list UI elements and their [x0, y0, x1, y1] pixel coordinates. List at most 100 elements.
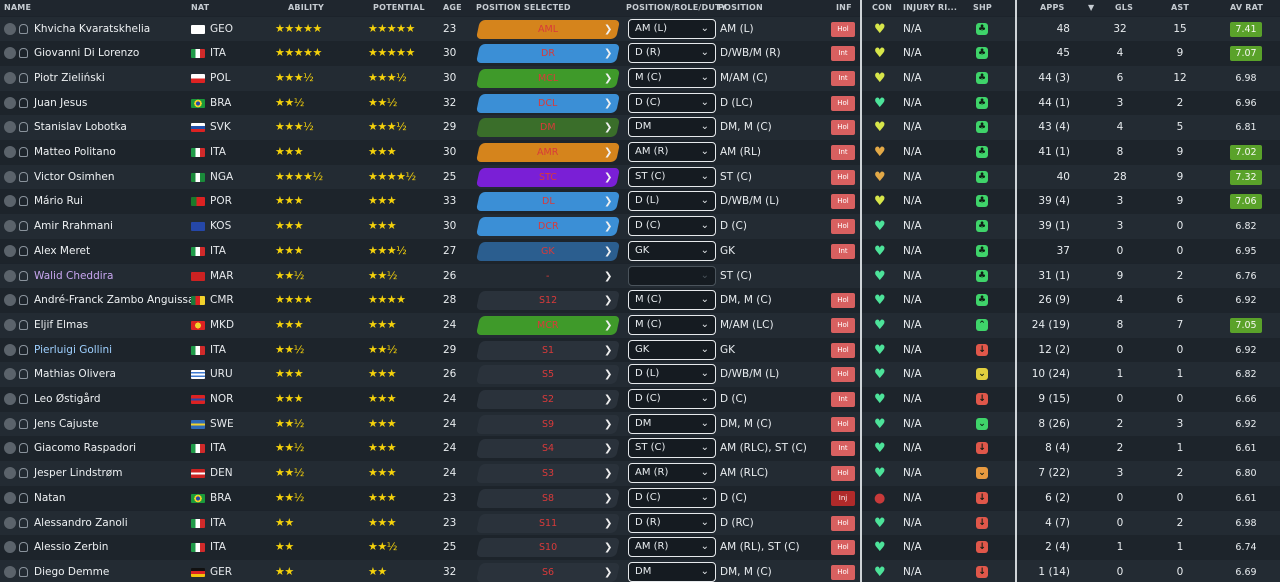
- player-name[interactable]: Natan: [34, 486, 66, 511]
- player-name[interactable]: Eljif Elmas: [34, 313, 88, 338]
- influence-badge[interactable]: Hol: [831, 416, 855, 432]
- influence-badge[interactable]: Int: [831, 145, 855, 160]
- player-name[interactable]: Piotr Zieliński: [34, 66, 105, 91]
- position-selected-dropdown[interactable]: MCL ❯: [475, 68, 621, 88]
- influence-badge[interactable]: Int: [831, 243, 855, 259]
- influence-badge[interactable]: Hol: [831, 95, 855, 111]
- table-row[interactable]: Eljif Elmas MKD ★★★ ★★★ 24 MCR ❯ M (C) ⌄ M/AM (LC…: [0, 312, 1280, 338]
- selection-circle-icon[interactable]: [4, 491, 16, 504]
- influence-badge[interactable]: Hol: [831, 293, 855, 309]
- player-name[interactable]: Alessandro Zanoli: [34, 511, 128, 536]
- player-name[interactable]: Jesper Lindstrøm: [34, 461, 122, 486]
- role-duty-dropdown[interactable]: D (R) ⌄: [628, 512, 716, 533]
- position-selected-dropdown[interactable]: MCR ❯: [475, 315, 621, 335]
- influence-badge[interactable]: Hol: [831, 219, 855, 235]
- selection-circle-icon[interactable]: [4, 195, 16, 208]
- position-selected-dropdown[interactable]: AMR ❯: [475, 143, 621, 162]
- table-row[interactable]: André-Franck Zambo Anguissa CMR ★★★★ ★★★★ 28…: [0, 288, 1280, 313]
- col-gls[interactable]: GLS: [1115, 3, 1133, 12]
- col-con[interactable]: CON: [872, 3, 892, 12]
- table-row[interactable]: Stanislav Lobotka SVK ★★★½ ★★★½ 29 DM ❯ DM ⌄ DM, …: [0, 115, 1280, 140]
- player-name[interactable]: Giacomo Raspadori: [34, 436, 136, 461]
- influence-badge[interactable]: Inj: [831, 490, 855, 506]
- table-row[interactable]: Giacomo Raspadori ITA ★★½ ★★★ 24 S4 ❯ ST (C) ⌄ AM…: [0, 436, 1280, 462]
- influence-badge[interactable]: Hol: [831, 367, 855, 383]
- position-selected-dropdown[interactable]: S1 ❯: [475, 340, 621, 360]
- role-duty-dropdown[interactable]: D (C) ⌄: [628, 389, 716, 409]
- position-selected-dropdown[interactable]: STC ❯: [475, 167, 621, 187]
- selection-circle-icon[interactable]: [4, 442, 16, 455]
- selection-circle-icon[interactable]: [4, 170, 16, 183]
- selection-circle-icon[interactable]: [4, 565, 16, 578]
- col-potential[interactable]: POTENTIAL: [373, 3, 425, 12]
- selection-circle-icon[interactable]: [4, 393, 16, 405]
- role-duty-dropdown[interactable]: D (C) ⌄: [628, 216, 716, 237]
- position-selected-dropdown[interactable]: DCR ❯: [475, 217, 621, 237]
- player-name[interactable]: Amir Rrahmani: [34, 214, 113, 239]
- position-selected-dropdown[interactable]: DR ❯: [475, 44, 621, 64]
- role-duty-dropdown[interactable]: D (R) ⌄: [628, 43, 716, 64]
- player-name[interactable]: Matteo Politano: [34, 140, 116, 165]
- position-selected-dropdown[interactable]: S6 ❯: [475, 562, 621, 582]
- selection-circle-icon[interactable]: [4, 96, 16, 109]
- sort-desc-icon[interactable]: ▼: [1088, 3, 1094, 12]
- player-name[interactable]: Mathias Olivera: [34, 362, 116, 387]
- influence-badge[interactable]: Int: [831, 70, 855, 86]
- role-duty-dropdown[interactable]: ST (C) ⌄: [628, 166, 716, 187]
- table-row[interactable]: Leo Østigård NOR ★★★ ★★★ 24 S2 ❯ D (C) ⌄ D (C) Int…: [0, 387, 1280, 412]
- role-duty-dropdown[interactable]: AM (R) ⌄: [628, 463, 716, 484]
- selection-circle-icon[interactable]: [4, 269, 16, 282]
- player-name[interactable]: Walid Cheddira: [34, 264, 113, 289]
- table-row[interactable]: Mathias Olivera URU ★★★ ★★★ 26 S5 ❯ D (L) ⌄ D/WB/…: [0, 362, 1280, 387]
- position-selected-dropdown[interactable]: S10 ❯: [475, 538, 621, 558]
- position-selected-dropdown[interactable]: S2 ❯: [475, 390, 621, 409]
- selection-circle-icon[interactable]: [4, 294, 16, 307]
- influence-badge[interactable]: Hol: [831, 342, 855, 358]
- role-duty-dropdown[interactable]: D (L) ⌄: [628, 191, 716, 212]
- position-selected-dropdown[interactable]: S9 ❯: [475, 414, 621, 434]
- role-duty-dropdown[interactable]: DM ⌄: [628, 561, 716, 582]
- selection-circle-icon[interactable]: [4, 244, 16, 257]
- role-duty-dropdown[interactable]: M (C) ⌄: [628, 290, 716, 311]
- role-duty-dropdown[interactable]: D (L) ⌄: [628, 364, 716, 385]
- role-duty-dropdown[interactable]: D (C) ⌄: [628, 92, 716, 113]
- col-ast[interactable]: AST: [1171, 3, 1189, 12]
- table-row[interactable]: Amir Rrahmani KOS ★★★ ★★★ 30 DCR ❯ D (C) ⌄ D (C) H…: [0, 214, 1280, 239]
- role-duty-dropdown[interactable]: AM (R) ⌄: [628, 537, 716, 558]
- table-row[interactable]: Piotr Zieliński POL ★★★½ ★★★½ 30 MCL ❯ M (C) ⌄ M/…: [0, 65, 1280, 91]
- role-duty-dropdown[interactable]: AM (L) ⌄: [628, 18, 716, 39]
- table-row[interactable]: Matteo Politano ITA ★★★ ★★★ 30 AMR ❯ AM (R) ⌄ AM …: [0, 140, 1280, 165]
- influence-badge[interactable]: Hol: [831, 317, 855, 333]
- col-shp[interactable]: SHP: [973, 3, 992, 12]
- role-duty-dropdown[interactable]: GK ⌄: [628, 240, 716, 261]
- position-selected-dropdown[interactable]: AML ❯: [475, 19, 621, 39]
- selection-circle-icon[interactable]: [4, 121, 16, 134]
- position-selected-dropdown[interactable]: DL ❯: [475, 192, 621, 212]
- player-name[interactable]: Khvicha Kvaratskhelia: [34, 17, 150, 42]
- player-name[interactable]: Victor Osimhen: [34, 165, 115, 190]
- selection-circle-icon[interactable]: [4, 71, 16, 84]
- role-duty-dropdown[interactable]: DM ⌄: [628, 117, 716, 138]
- influence-badge[interactable]: Hol: [831, 169, 855, 185]
- selection-circle-icon[interactable]: [4, 467, 16, 480]
- influence-badge[interactable]: Hol: [831, 564, 855, 580]
- table-row[interactable]: Khvicha Kvaratskhelia GEO ★★★★★ ★★★★★ 23 AML ❯…: [0, 16, 1280, 42]
- table-row[interactable]: Victor Osimhen NGA ★★★★½ ★★★★½ 25 STC ❯ ST (C) ⌄…: [0, 164, 1280, 190]
- table-row[interactable]: Diego Demme GER ★★ ★★ 32 S6 ❯ DM ⌄ DM, M (C) Hol ♥ N…: [0, 559, 1280, 582]
- player-name[interactable]: Leo Østigård: [34, 387, 101, 412]
- selection-circle-icon[interactable]: [4, 220, 16, 233]
- col-injury[interactable]: INJURY RI...: [903, 3, 957, 12]
- player-name[interactable]: André-Franck Zambo Anguissa: [34, 288, 194, 313]
- col-apps[interactable]: APPS: [1040, 3, 1064, 12]
- influence-badge[interactable]: Hol: [831, 540, 855, 556]
- selection-circle-icon[interactable]: [4, 417, 16, 430]
- selection-circle-icon[interactable]: [4, 541, 16, 554]
- role-duty-dropdown[interactable]: AM (R) ⌄: [628, 142, 716, 162]
- player-name[interactable]: Alex Meret: [34, 239, 90, 264]
- table-row[interactable]: Pierluigi Gollini ITA ★★½ ★★½ 29 S1 ❯ GK ⌄ GK Hol ♥…: [0, 337, 1280, 363]
- influence-badge[interactable]: Int: [831, 441, 855, 457]
- table-row[interactable]: Jens Cajuste SWE ★★½ ★★★ 24 S9 ❯ DM ⌄ DM, M (C) Ho…: [0, 411, 1280, 437]
- influence-badge[interactable]: Hol: [831, 194, 855, 210]
- position-selected-dropdown[interactable]: S3 ❯: [475, 464, 621, 484]
- table-row[interactable]: Mário Rui POR ★★★ ★★★ 33 DL ❯ D (L) ⌄ D/WB/M (L) H…: [0, 189, 1280, 215]
